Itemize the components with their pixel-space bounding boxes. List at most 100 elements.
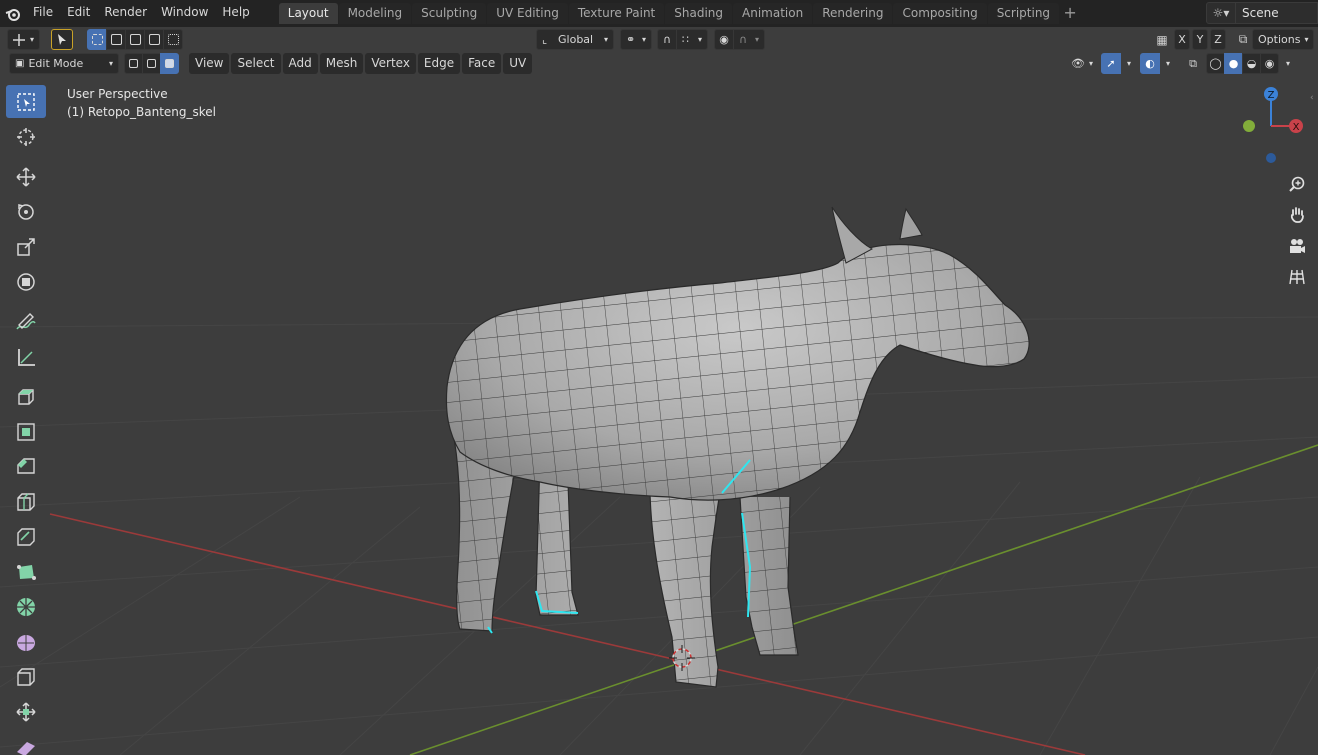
pivot-point-dropdown[interactable]: ⚭ ▾ — [620, 29, 652, 50]
perspective-label: User Perspective — [67, 87, 168, 101]
rotate-icon[interactable] — [6, 195, 46, 228]
poly-build-icon[interactable] — [6, 555, 46, 588]
solid-shading-icon[interactable]: ● — [1224, 53, 1243, 74]
scene-name-field[interactable]: Scene — [1236, 2, 1318, 24]
menu-window[interactable]: Window — [154, 0, 215, 27]
proportional-falloff-dropdown[interactable]: ∩ ▾ — [733, 29, 765, 50]
material-shading-icon[interactable]: ◒ — [1242, 53, 1261, 74]
overlay-toggle-group: ◐ ▾ — [1140, 53, 1176, 74]
select-element-group — [124, 53, 179, 74]
select-box-icon[interactable] — [6, 85, 46, 118]
menu-uv[interactable]: UV — [503, 53, 533, 74]
scale-icon[interactable] — [6, 230, 46, 263]
smooth-icon[interactable] — [6, 625, 46, 658]
axis-gizmo[interactable]: Z X — [1243, 87, 1303, 163]
spin-icon[interactable] — [6, 590, 46, 623]
menu-vertex[interactable]: Vertex — [365, 53, 416, 74]
menu-help[interactable]: Help — [215, 0, 256, 27]
grid-icon[interactable] — [1283, 263, 1311, 291]
proportional-edit-icon[interactable]: ◉ — [714, 29, 734, 50]
add-workspace-icon[interactable]: + — [1060, 3, 1080, 24]
edge-slide-icon[interactable] — [6, 660, 46, 693]
move-icon[interactable] — [6, 160, 46, 193]
blender-logo-icon[interactable] — [0, 0, 26, 27]
gizmo-y-axis[interactable] — [1243, 120, 1255, 132]
snap-toggle-icon[interactable]: ∩ — [657, 29, 677, 50]
loop-cut-icon[interactable] — [6, 485, 46, 518]
inset-faces-icon[interactable] — [6, 415, 46, 448]
tool-icon — [13, 33, 25, 46]
menu-face[interactable]: Face — [462, 53, 502, 74]
select-mode-intersect-button[interactable] — [163, 29, 183, 50]
extrude-region-icon[interactable] — [6, 380, 46, 413]
transform-tool-dropdown[interactable]: ▾ — [7, 29, 40, 50]
tab-texture-paint[interactable]: Texture Paint — [568, 3, 665, 24]
menu-edit[interactable]: Edit — [60, 0, 97, 27]
annotate-icon[interactable] — [6, 305, 46, 338]
viewport-canvas[interactable]: Z X — [0, 27, 1318, 755]
bull-mesh[interactable] — [440, 206, 1040, 697]
vertex-select-icon[interactable] — [124, 53, 143, 74]
tab-animation[interactable]: Animation — [733, 3, 813, 24]
scene-icon[interactable]: ☼▾ — [1206, 2, 1236, 24]
auto-merge-icon[interactable]: ⧉ — [1232, 29, 1254, 50]
transform-orientation-dropdown[interactable]: ⌞ Global ▾ — [536, 29, 614, 50]
select-mode-invert-button[interactable] — [144, 29, 164, 50]
overlays-icon[interactable]: ◐ — [1140, 53, 1160, 74]
mode-dropdown[interactable]: ▣ Edit Mode ▾ — [9, 53, 119, 74]
camera-icon[interactable] — [1283, 232, 1311, 260]
transform-icon[interactable] — [6, 265, 46, 298]
select-mode-subtract-button[interactable] — [125, 29, 145, 50]
select-mode-new-button[interactable] — [87, 29, 107, 50]
mirror-y-button[interactable]: Y — [1192, 29, 1208, 50]
navigation-controls — [1283, 170, 1313, 294]
shear-icon[interactable] — [6, 730, 46, 755]
gizmo-toggle-group: ➚ ▾ — [1101, 53, 1137, 74]
mirror-x-button[interactable]: X — [1174, 29, 1190, 50]
cursor-icon[interactable] — [6, 120, 46, 153]
gizmo-neg-z-axis[interactable] — [1266, 153, 1276, 163]
tab-rendering[interactable]: Rendering — [813, 3, 893, 24]
rendered-shading-icon[interactable]: ◉ — [1260, 53, 1279, 74]
scene-selector[interactable]: ☼▾ Scene — [1206, 2, 1318, 24]
mirror-icon: ▦ — [1156, 32, 1168, 47]
sidebar-toggle-icon[interactable]: ‹ — [1310, 93, 1314, 103]
visibility-dropdown[interactable]: 👁 ▾ — [1066, 53, 1098, 74]
edge-select-icon[interactable] — [142, 53, 161, 74]
menu-file[interactable]: File — [26, 0, 60, 27]
tab-uv-editing[interactable]: UV Editing — [487, 3, 568, 24]
gizmo-dropdown[interactable]: ▾ — [1120, 53, 1138, 74]
gizmo-toggle-icon[interactable]: ➚ — [1101, 53, 1121, 74]
menu-view[interactable]: View — [189, 53, 230, 74]
mirror-z-button[interactable]: Z — [1210, 29, 1226, 50]
face-select-icon[interactable] — [160, 53, 179, 74]
hand-icon[interactable] — [1283, 201, 1311, 229]
menu-select[interactable]: Select — [231, 53, 281, 74]
overlays-dropdown[interactable]: ▾ — [1159, 53, 1177, 74]
menu-add[interactable]: Add — [282, 53, 318, 74]
tab-modeling[interactable]: Modeling — [338, 3, 412, 24]
tab-layout[interactable]: Layout — [278, 3, 338, 24]
menu-mesh[interactable]: Mesh — [319, 53, 364, 74]
xray-toggle-icon[interactable]: ⧉ — [1183, 53, 1203, 74]
measure-icon[interactable] — [6, 340, 46, 373]
tab-shading[interactable]: Shading — [665, 3, 732, 24]
select-mode-extend-button[interactable] — [106, 29, 126, 50]
shading-dropdown[interactable]: ▾ — [1281, 53, 1295, 74]
shading-mode-group: ◯ ● ◒ ◉ — [1206, 53, 1279, 74]
gizmo-z-label: Z — [1268, 90, 1275, 101]
knife-icon[interactable] — [6, 520, 46, 553]
3d-viewport[interactable]: Z X ▾ ⌞ Global ▾ ⚭ ▾ ∩ ∷ ▾ ◉ ∩ ▾ ▦ X Y Z… — [0, 27, 1318, 755]
tab-sculpting[interactable]: Sculpting — [412, 3, 487, 24]
snap-target-dropdown[interactable]: ∷ ▾ — [676, 29, 708, 50]
bevel-icon[interactable] — [6, 450, 46, 483]
select-tool-button[interactable] — [51, 29, 73, 50]
tab-compositing[interactable]: Compositing — [893, 3, 987, 24]
zoom-icon[interactable] — [1283, 170, 1311, 198]
menu-render[interactable]: Render — [97, 0, 154, 27]
tab-scripting[interactable]: Scripting — [987, 3, 1060, 24]
shrink-fatten-icon[interactable] — [6, 695, 46, 728]
options-dropdown[interactable]: Options ▾ — [1252, 29, 1314, 50]
wireframe-shading-icon[interactable]: ◯ — [1206, 53, 1225, 74]
menu-edge[interactable]: Edge — [417, 53, 461, 74]
